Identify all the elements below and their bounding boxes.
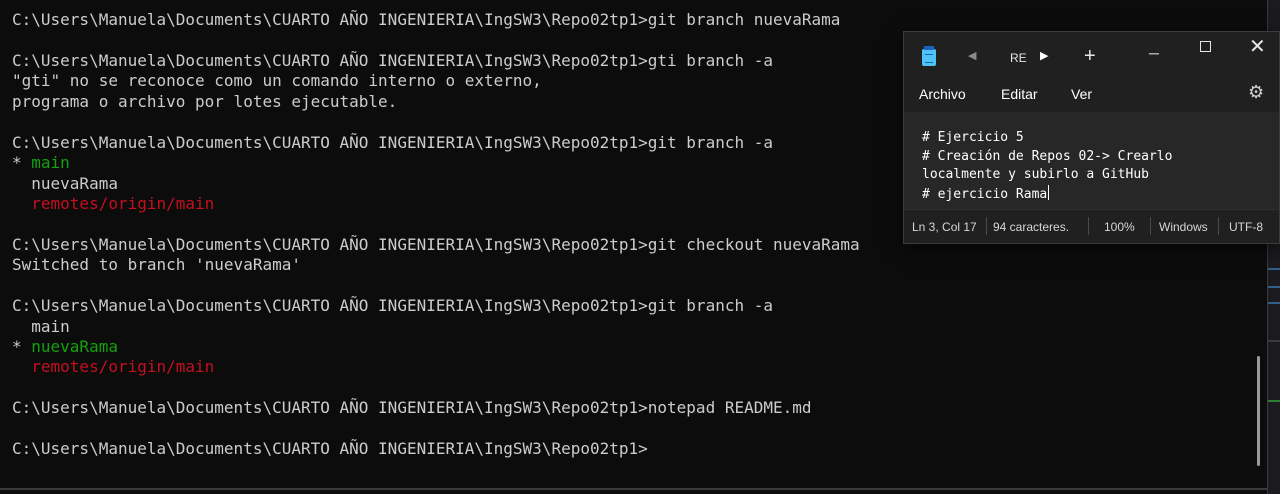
notepad-menubar: Archivo Editar Ver ⚙ bbox=[904, 76, 1279, 112]
tab-scroll-right-icon[interactable]: ▶ bbox=[1040, 49, 1048, 62]
status-zoom[interactable]: 100% bbox=[1104, 220, 1135, 234]
terminal-line: C:\Users\Manuela\Documents\CUARTO AÑO IN… bbox=[12, 133, 860, 153]
terminal-bottom-border bbox=[0, 488, 1268, 490]
notepad-icon bbox=[922, 46, 936, 66]
terminal-line: "gti" no se reconoce como un comando int… bbox=[12, 71, 860, 91]
tab-scroll-left-icon[interactable]: ◀ bbox=[968, 49, 976, 62]
strip-mark bbox=[1268, 268, 1280, 270]
terminal-line: C:\Users\Manuela\Documents\CUARTO AÑO IN… bbox=[12, 439, 860, 459]
editor-line: localmente y subirlo a GitHub bbox=[922, 167, 1149, 183]
menu-editar[interactable]: Editar bbox=[1001, 86, 1038, 102]
strip-mark bbox=[1268, 400, 1280, 402]
close-icon[interactable]: ✕ bbox=[1249, 34, 1266, 59]
terminal-line: C:\Users\Manuela\Documents\CUARTO AÑO IN… bbox=[12, 235, 860, 255]
editor-line: # Creación de Repos 02-> Crearlo bbox=[922, 148, 1173, 164]
terminal-line: * nuevaRama bbox=[12, 337, 860, 357]
branch-name: nuevaRama bbox=[31, 337, 118, 356]
settings-gear-icon[interactable]: ⚙ bbox=[1248, 82, 1264, 103]
terminal-line: * main bbox=[12, 153, 860, 173]
editor-text[interactable]: # Ejercicio 5 # Creación de Repos 02-> C… bbox=[922, 129, 1172, 204]
status-separator bbox=[1150, 217, 1151, 235]
terminal-line: remotes/origin/main bbox=[12, 194, 860, 214]
editor-line: # ejercicio Rama bbox=[922, 186, 1048, 202]
terminal-text: C:\Users\Manuela\Documents\CUARTO AÑO IN… bbox=[12, 10, 841, 29]
status-separator bbox=[1218, 217, 1219, 235]
text-caret bbox=[1048, 184, 1050, 200]
status-line-ending: Windows bbox=[1159, 220, 1208, 234]
terminal-line: remotes/origin/main bbox=[12, 357, 860, 377]
terminal-line: nuevaRama bbox=[12, 174, 860, 194]
terminal-text: C:\Users\Manuela\Documents\CUARTO AÑO IN… bbox=[12, 296, 773, 316]
status-position: Ln 3, Col 17 bbox=[912, 220, 977, 234]
terminal-line: C:\Users\Manuela\Documents\CUARTO AÑO IN… bbox=[12, 296, 860, 316]
status-char-count: 94 caracteres. bbox=[993, 220, 1070, 234]
notepad-editor[interactable]: # Ejercicio 5 # Creación de Repos 02-> C… bbox=[904, 112, 1279, 209]
terminal-line: programa o archivo por lotes ejecutable. bbox=[12, 92, 860, 112]
terminal-text: nuevaRama bbox=[12, 173, 118, 193]
terminal-text: * bbox=[12, 337, 32, 356]
add-tab-icon[interactable]: + bbox=[1084, 45, 1096, 68]
terminal-line: C:\Users\Manuela\Documents\CUARTO AÑO IN… bbox=[12, 51, 860, 71]
notepad-window[interactable]: ◀ RE ▶ + ─ ✕ Archivo Editar Ver ⚙ # Ejer… bbox=[903, 31, 1280, 244]
terminal-output: C:\Users\Manuela\Documents\CUARTO AÑO IN… bbox=[12, 10, 860, 460]
branch-name: main bbox=[31, 153, 70, 173]
terminal-text: programa o archivo por lotes ejecutable. bbox=[12, 91, 398, 111]
branch-name: remotes/origin/main bbox=[31, 357, 215, 377]
terminal-text: C:\Users\Manuela\Documents\CUARTO AÑO IN… bbox=[12, 439, 648, 459]
notepad-titlebar[interactable]: ◀ RE ▶ + ─ ✕ bbox=[904, 32, 1279, 76]
strip-mark bbox=[1268, 286, 1280, 288]
status-encoding: UTF-8 bbox=[1229, 220, 1263, 234]
terminal-text: C:\Users\Manuela\Documents\CUARTO AÑO IN… bbox=[12, 50, 773, 70]
terminal-text: main bbox=[12, 316, 70, 336]
terminal-text: "gti" no se reconoce como un comando int… bbox=[12, 71, 542, 91]
tab-readme[interactable]: RE bbox=[1010, 51, 1027, 65]
branch-name: remotes/origin/main bbox=[31, 193, 215, 213]
strip-mark bbox=[1268, 340, 1280, 342]
minimize-icon[interactable]: ─ bbox=[1149, 45, 1163, 61]
terminal-line: C:\Users\Manuela\Documents\CUARTO AÑO IN… bbox=[12, 10, 860, 30]
maximize-icon[interactable] bbox=[1200, 41, 1211, 52]
menu-ver[interactable]: Ver bbox=[1071, 86, 1092, 102]
terminal-text: C:\Users\Manuela\Documents\CUARTO AÑO IN… bbox=[12, 234, 860, 254]
terminal-text: C:\Users\Manuela\Documents\CUARTO AÑO IN… bbox=[12, 398, 812, 418]
strip-mark bbox=[1268, 302, 1280, 304]
editor-line: # Ejercicio 5 bbox=[922, 130, 1024, 145]
terminal-line: main bbox=[12, 317, 860, 337]
terminal-text: Switched to branch 'nuevaRama' bbox=[12, 255, 301, 275]
notepad-statusbar: Ln 3, Col 17 94 caracteres. 100% Windows… bbox=[904, 209, 1279, 243]
status-separator bbox=[1088, 217, 1089, 235]
terminal-line: Switched to branch 'nuevaRama' bbox=[12, 255, 860, 275]
terminal-text: C:\Users\Manuela\Documents\CUARTO AÑO IN… bbox=[12, 132, 773, 152]
terminal-scrollbar-thumb[interactable] bbox=[1257, 356, 1260, 466]
terminal-line: C:\Users\Manuela\Documents\CUARTO AÑO IN… bbox=[12, 398, 860, 418]
status-separator bbox=[986, 217, 987, 235]
menu-archivo[interactable]: Archivo bbox=[919, 86, 966, 102]
terminal-text: * bbox=[12, 153, 32, 173]
